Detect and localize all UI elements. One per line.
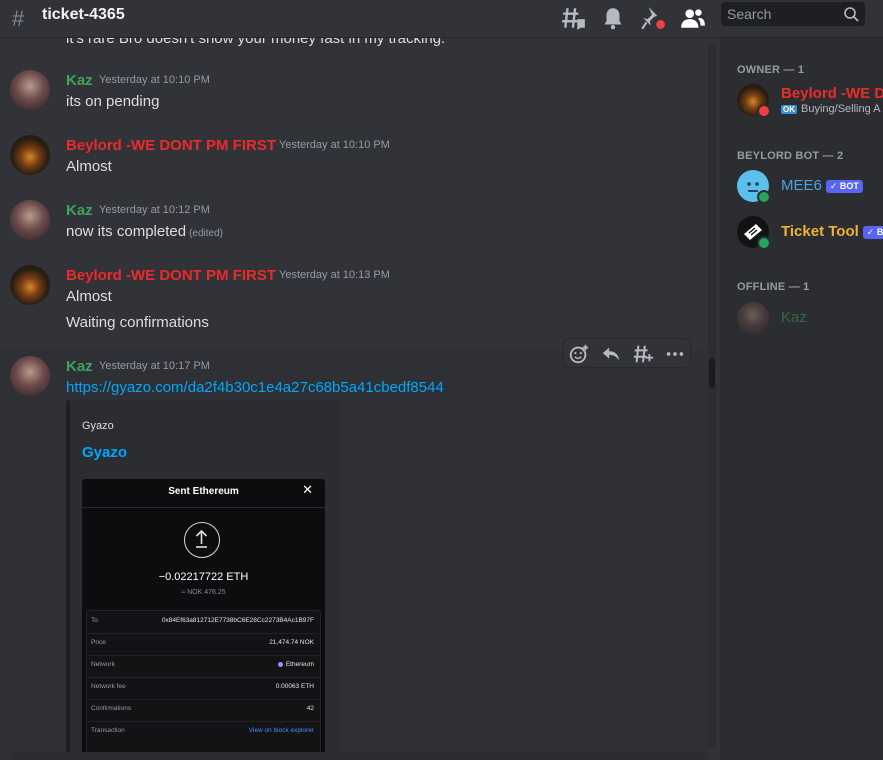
username[interactable]: Kaz (66, 72, 93, 89)
online-status-icon (757, 190, 771, 204)
detail-value: View on block explorer (248, 727, 314, 734)
detail-label: Network fee (91, 683, 126, 690)
member-name[interactable]: Beylord -WE DO (781, 85, 883, 102)
timestamp: Yesterday at 10:12 PM (99, 204, 210, 216)
username[interactable]: Beylord -WE DONT PM FIRST (66, 267, 276, 284)
member-group-header: OWNER — 1 (737, 64, 805, 76)
detail-value: 21,474.74 NOK (269, 639, 314, 646)
message-body: now its completed (66, 223, 187, 240)
bot-badge: ✓ BO (862, 225, 883, 239)
detail-label: Confirmations (91, 705, 132, 712)
do-not-disturb-status-icon (757, 104, 771, 118)
avatar[interactable] (737, 302, 769, 334)
create-thread-icon[interactable] (632, 343, 654, 365)
text-channel-hash-icon: # (12, 6, 25, 31)
detail-row: Network fee 0.00063 ETH (87, 677, 320, 699)
ok-emoji-icon: OK (781, 105, 797, 114)
avatar[interactable] (10, 356, 50, 396)
detail-row: Transaction View on block explorer (87, 721, 320, 743)
search-input[interactable]: Search (721, 2, 865, 26)
username[interactable]: Beylord -WE DONT PM FIRST (66, 137, 276, 154)
avatar[interactable] (10, 135, 50, 175)
pinned-messages-icon[interactable] (640, 5, 666, 31)
notification-bell-icon[interactable] (600, 5, 626, 31)
vertical-scrollbar-thumb[interactable] (709, 358, 715, 388)
detail-row: Confirmations 42 (87, 699, 320, 721)
avatar[interactable] (10, 70, 50, 110)
member-list-icon[interactable] (680, 5, 706, 31)
channel-name: ticket-4365 (42, 6, 125, 23)
threads-icon[interactable] (561, 5, 587, 31)
member-list: OWNER — 1 Beylord -WE DO OK Buying/Sellin… (720, 38, 883, 760)
bot-badge: ✓ BOT (825, 179, 863, 193)
message-text: Almost (66, 288, 112, 305)
search-icon (844, 7, 859, 22)
detail-label: Network (91, 661, 115, 668)
member-name[interactable]: Ticket Tool✓ BO (781, 223, 883, 240)
member-group-header: BEYLORD BOT — 2 (737, 150, 844, 162)
embed-image[interactable]: Sent Ethereum ✕ −0.02217722 ETH ≈ NOK 47… (82, 479, 325, 760)
link-embed: Gyazo Gyazo Sent Ethereum ✕ −0.02217722 … (66, 400, 340, 760)
message-text: now its completed (edited) (66, 223, 223, 240)
message-text: its on pending (66, 93, 160, 110)
avatar[interactable] (10, 265, 50, 305)
timestamp: Yesterday at 10:13 PM (279, 269, 390, 281)
detail-value: 0.00063 ETH (275, 683, 314, 690)
member-name[interactable]: MEE6 ✓ BOT (781, 177, 863, 194)
username[interactable]: Kaz (66, 202, 93, 219)
embed-provider[interactable]: Gyazo (82, 420, 114, 432)
member-status-text: Buying/Selling A (801, 103, 881, 115)
detail-value: 0x84Ef63a812712E7738bC6E28Cc2273B4Ac1B97… (161, 617, 314, 624)
message-text: it's rare Bro doesn't show your money fa… (66, 38, 446, 47)
timestamp: Yesterday at 10:10 PM (99, 74, 210, 86)
channel-header: # ticket-4365 Search (0, 0, 883, 38)
detail-value: Ethereum (277, 661, 314, 668)
horizontal-scrollbar[interactable] (10, 752, 706, 760)
member-status: OK Buying/Selling A (781, 103, 881, 115)
detail-label: Transaction (91, 727, 125, 734)
close-icon: ✕ (302, 482, 313, 497)
bot-name: Ticket Tool (781, 223, 859, 240)
detail-row: To 0x84Ef63a812712E7738bC6E28Cc2273B4Ac1… (87, 611, 320, 633)
add-reaction-icon[interactable] (568, 343, 590, 365)
sent-amount: −0.02217722 ETH (158, 571, 249, 583)
message-list: it's rare Bro doesn't show your money fa… (0, 38, 720, 760)
bot-name: MEE6 (781, 177, 822, 194)
online-status-icon (757, 236, 771, 250)
screenshot-title: Sent Ethereum (168, 486, 239, 497)
detail-row: Price 21,474.74 NOK (87, 633, 320, 655)
embed-title[interactable]: Gyazo (82, 444, 127, 461)
username[interactable]: Kaz (66, 358, 93, 375)
message-text: Almost (66, 158, 112, 175)
message-text: Waiting confirmations (66, 314, 209, 331)
search-placeholder: Search (727, 6, 772, 22)
message-actions-toolbar (563, 338, 691, 368)
member-group-header: OFFLINE — 1 (737, 281, 810, 293)
more-options-icon[interactable] (664, 343, 686, 365)
avatar[interactable] (10, 200, 50, 240)
upload-arrow-icon (184, 522, 220, 558)
detail-label: Price (91, 639, 106, 646)
vertical-scrollbar-track[interactable] (708, 42, 716, 748)
ethereum-icon (277, 661, 283, 667)
reply-icon[interactable] (600, 343, 622, 365)
timestamp: Yesterday at 10:17 PM (99, 360, 210, 372)
detail-value: 42 (306, 705, 314, 712)
transaction-details: To 0x84Ef63a812712E7738bC6E28Cc2273B4Ac1… (86, 610, 321, 760)
network-name: Ethereum (285, 661, 314, 668)
fiat-amount: ≈ NOK 476.25 (181, 589, 226, 596)
member-name[interactable]: Kaz (781, 309, 807, 326)
edited-label: (edited) (189, 228, 223, 239)
detail-label: To (91, 617, 98, 624)
timestamp: Yesterday at 10:10 PM (279, 139, 390, 151)
message-link[interactable]: https://gyazo.com/da2f4b30c1e4a27c68b5a4… (66, 379, 444, 396)
detail-row: Network Ethereum (87, 655, 320, 677)
divider (82, 507, 325, 508)
